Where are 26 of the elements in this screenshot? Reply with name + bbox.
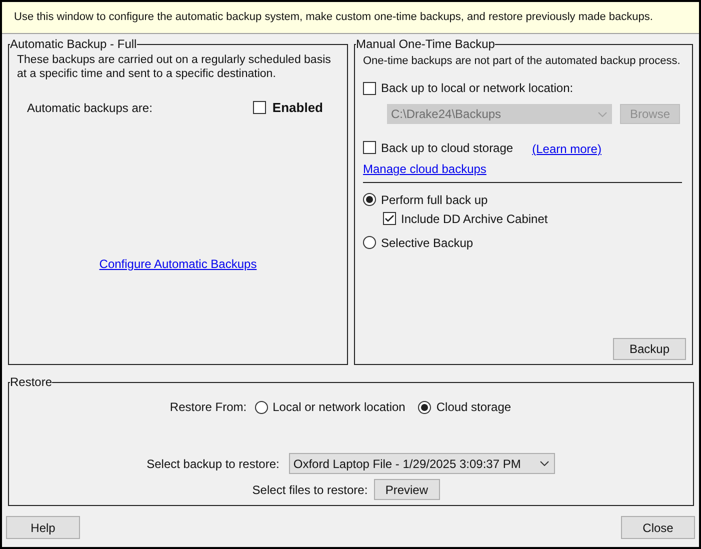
preview-button[interactable]: Preview bbox=[374, 479, 440, 500]
configure-link[interactable]: Configure Automatic Backups bbox=[99, 256, 257, 270]
radio-label: Perform full back up bbox=[381, 192, 488, 208]
close-button[interactable]: Close bbox=[621, 516, 695, 539]
group-title: Manual One-Time Backup bbox=[356, 37, 495, 51]
checkbox-label: Back up to local or network location: bbox=[381, 80, 574, 97]
radio-label: Local or network location bbox=[272, 399, 406, 416]
field-label: Automatic backups are: bbox=[27, 100, 152, 117]
radio-label: Selective Backup bbox=[381, 234, 474, 252]
info-text: Use this window to configure the automatic backup system, make custom one-time backups, and restore previously made backups. bbox=[14, 10, 653, 26]
help-button[interactable]: Help bbox=[6, 516, 80, 539]
group-title: Automatic Backup - Full bbox=[10, 37, 137, 51]
group-title: Restore bbox=[10, 375, 52, 389]
checkbox-label: Include DD Archive Cabinet bbox=[401, 210, 548, 228]
backup-dropdown[interactable]: Oxford Laptop File - 1/29/2025 3:09:37 PM bbox=[289, 453, 556, 474]
learn-more-link[interactable]: (Learn more) bbox=[532, 140, 602, 158]
field-label: Restore From: bbox=[170, 399, 247, 416]
checkbox-label: Back up to cloud storage bbox=[381, 140, 514, 156]
checkbox-label: Enabled bbox=[272, 99, 323, 117]
backup-button[interactable]: Backup bbox=[613, 338, 686, 360]
description-text: One-time backups are not part of the automated backup process. bbox=[363, 54, 682, 68]
radio-label: Cloud storage bbox=[436, 399, 512, 416]
field-label: Select backup to restore: bbox=[146, 456, 280, 472]
field-label: Select files to restore: bbox=[252, 482, 368, 498]
description-text: These backups are carried out on a regularly scheduled basis at a specific time and sent to a specific destination. bbox=[17, 53, 332, 81]
manage-cloud-link[interactable]: Manage cloud backups bbox=[363, 162, 486, 176]
